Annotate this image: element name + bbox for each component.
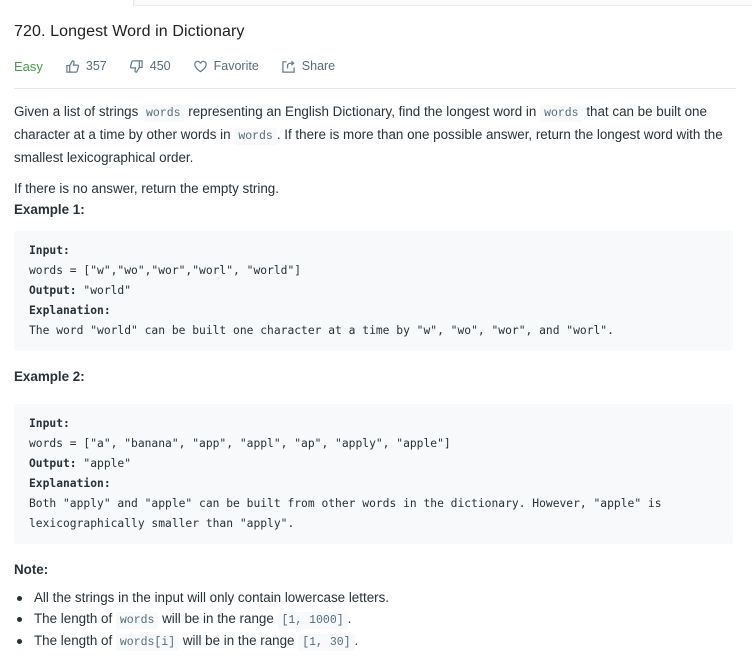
text: will be in the range (158, 610, 278, 626)
like-count: 357 (85, 59, 107, 73)
thumbs-down-icon (129, 59, 143, 73)
description-paragraph: Given a list of strings words representi… (14, 101, 736, 168)
problem-header: 720. Longest Word in Dictionary Easy 357… (14, 20, 736, 78)
input-value: words = ["a", "banana", "app", "appl", "… (29, 437, 451, 450)
input-label: Input: (29, 244, 70, 257)
favorite-label: Favorite (213, 59, 259, 73)
output-label: Output: (29, 284, 77, 297)
dislike-count: 450 (149, 59, 171, 73)
favorite-button[interactable]: Favorite (193, 59, 259, 74)
example-1-heading: Example 1: (14, 202, 85, 217)
share-button[interactable]: Share (281, 59, 335, 74)
problem-title: 720. Longest Word in Dictionary (14, 23, 245, 40)
text: Given a list of strings (14, 104, 143, 119)
header-divider (14, 88, 736, 89)
dislike-button[interactable]: 450 (129, 59, 171, 74)
explanation-label: Explanation: (29, 477, 111, 490)
problem-description: Given a list of strings words representi… (14, 101, 736, 654)
inline-code: words (234, 128, 277, 145)
inline-code: [1, 30] (298, 634, 355, 651)
example-2-codeblock: Input: words = ["a", "banana", "app", "a… (14, 404, 733, 544)
text: . (347, 610, 352, 626)
example-1-codeblock: Input: words = ["w","wo","wor","worl", "… (14, 231, 733, 351)
note-heading: Note: (14, 562, 49, 577)
input-label: Input: (29, 417, 70, 430)
input-value: words = ["w","wo","wor","worl", "world"] (29, 264, 302, 277)
like-button[interactable]: 357 (65, 59, 107, 74)
share-icon (282, 60, 295, 73)
note-item: The length of words will be in the range… (14, 609, 736, 632)
inline-code: words[i] (115, 634, 180, 651)
note-item: All the strings in the input will only c… (14, 588, 736, 609)
thumbs-up-icon (66, 59, 80, 73)
text: The length of (34, 633, 116, 648)
output-value: "apple" (76, 457, 132, 470)
output-value: "world" (76, 284, 132, 297)
note-list: All the strings in the input will only c… (14, 588, 736, 654)
example-2-heading: Example 2: (14, 369, 85, 384)
inline-code: words (142, 105, 185, 122)
inline-code: words (115, 611, 159, 629)
problem-meta-bar: Easy 357 450 Favorite Share (14, 54, 736, 78)
text: will be in the range (179, 633, 299, 648)
text: . (354, 633, 359, 648)
inline-code: [1, 1000] (277, 611, 348, 629)
share-label: Share (301, 59, 336, 73)
explanation-label: Explanation: (29, 304, 111, 317)
text: The length of (34, 610, 116, 626)
output-label: Output: (29, 457, 77, 470)
description-paragraph-2: If there is no answer, return the empty … (14, 181, 279, 196)
inline-code: words (540, 105, 583, 122)
difficulty-badge: Easy (14, 58, 43, 74)
heart-icon (193, 60, 207, 72)
text: representing an English Dictionary, find… (184, 104, 541, 119)
explanation-text: The word "world" can be built one charac… (29, 324, 614, 337)
text: All the strings in the input will only c… (34, 590, 390, 605)
note-item: The length of words[i] will be in the ra… (14, 631, 736, 654)
top-bar (133, 0, 752, 6)
explanation-text: Both "apply" and "apple" can be built fr… (29, 497, 669, 530)
